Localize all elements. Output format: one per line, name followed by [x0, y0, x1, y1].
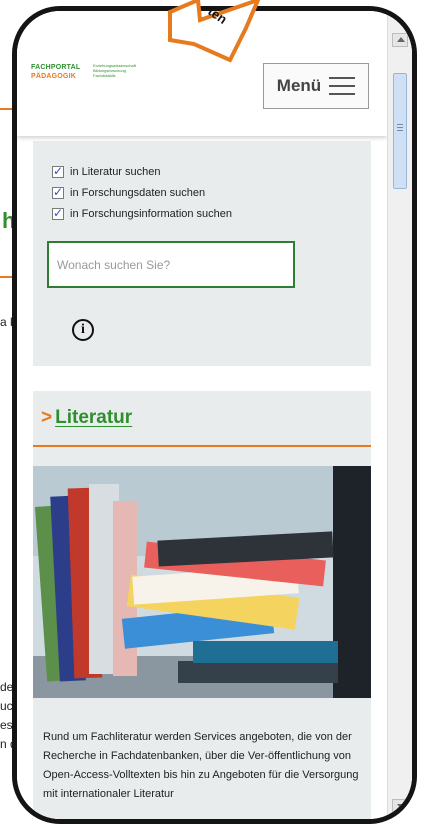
search-panel: in Literatur suchen in Forschungsdaten s…: [33, 141, 371, 366]
books-photo-illustration: [33, 466, 371, 698]
checkbox-icon[interactable]: [52, 185, 64, 199]
books-photo: [33, 466, 371, 698]
scroll-down-arrow-icon[interactable]: [392, 799, 408, 813]
menu-label: Menü: [276, 76, 322, 95]
literature-title[interactable]: Literatur: [55, 407, 132, 428]
checkbox-literatur[interactable]: in Literatur suchen: [52, 164, 161, 178]
scroll-up-arrow-icon[interactable]: [392, 33, 408, 47]
phone-screen: in Literatur suchen in Forschungsdaten s…: [17, 11, 412, 819]
literature-card: > Literatur Rund um Fachliteratur werden…: [33, 391, 371, 819]
checkbox-icon[interactable]: [52, 164, 64, 178]
logo-wordmark: FACHPORTAL PÄDAGOGIK: [31, 64, 81, 80]
literature-description: Rund um Fachliteratur werden Services an…: [43, 731, 359, 800]
search-input[interactable]: [47, 241, 295, 288]
phone-frame: in Literatur suchen in Forschungsdaten s…: [12, 6, 417, 824]
hamburger-icon: [329, 77, 356, 95]
grip-icon: [397, 124, 403, 131]
vertical-scrollbar[interactable]: [387, 11, 412, 819]
fachportal-logo[interactable]: FACHPORTAL PÄDAGOGIK Erziehungswissensch…: [31, 63, 136, 81]
checkbox-icon[interactable]: [52, 206, 64, 220]
orange-ribbon-badge: ten: [168, 0, 261, 63]
checkbox-forschungsdaten[interactable]: in Forschungsdaten suchen: [52, 185, 206, 199]
menu-button[interactable]: Menü: [263, 63, 369, 109]
literature-link[interactable]: > Literatur: [41, 407, 132, 429]
logo-subtitle: Erziehungswissenschaft Bildungsforschung…: [93, 63, 136, 78]
checkbox-label: in Forschungsdaten suchen: [70, 187, 206, 199]
checkbox-label: in Literatur suchen: [70, 166, 161, 178]
orange-divider: [33, 445, 371, 447]
checkbox-forschungsinformation[interactable]: in Forschungsinformation suchen: [52, 206, 233, 220]
checkbox-label: in Forschungsinformation suchen: [70, 208, 233, 220]
info-circle-icon[interactable]: i: [72, 319, 94, 341]
chevron-right-icon: >: [41, 407, 53, 428]
scrollbar-thumb[interactable]: [393, 73, 407, 189]
